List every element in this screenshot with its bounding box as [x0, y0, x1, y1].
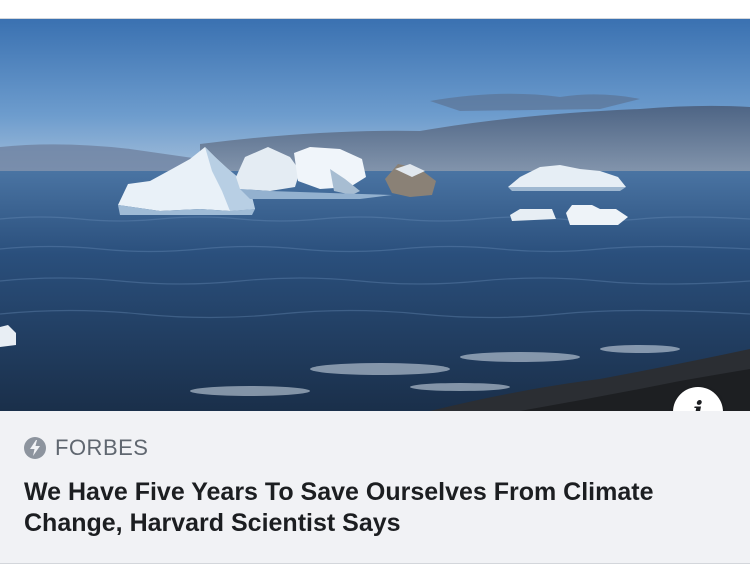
source-row: FORBES	[24, 435, 148, 461]
lightning-bolt-icon	[24, 437, 46, 459]
icebergs-photo	[0, 19, 750, 411]
article-image[interactable]	[0, 19, 750, 411]
source-name: FORBES	[55, 435, 149, 460]
link-caption[interactable]: FORBES We Have Five Years To Save Oursel…	[0, 411, 750, 563]
article-headline[interactable]: We Have Five Years To Save Ourselves Fro…	[24, 477, 734, 539]
link-preview-card[interactable]: i FORBES We Have Five Years To Save Ours…	[0, 18, 750, 564]
